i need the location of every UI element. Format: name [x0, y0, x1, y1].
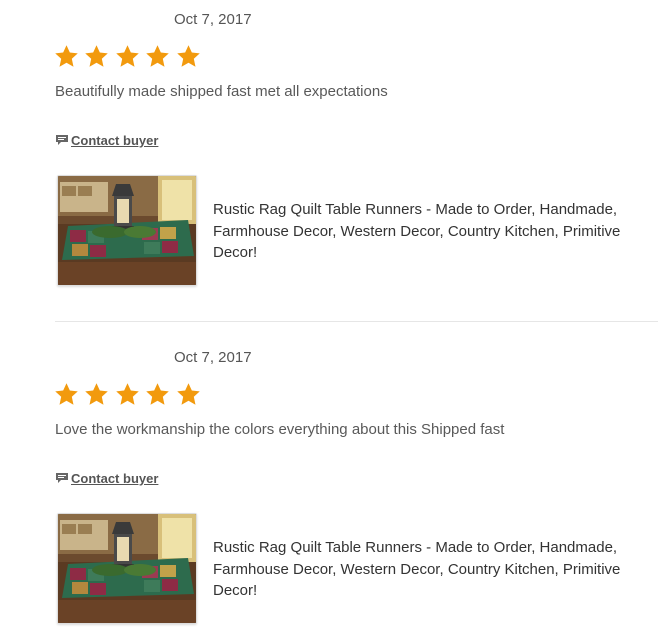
listing-title[interactable]: Rustic Rag Quilt Table Runners - Made to… [213, 537, 633, 624]
star-icon [176, 45, 200, 67]
star-rating [54, 44, 206, 69]
star-icon [85, 383, 109, 405]
star-icon [146, 45, 169, 67]
star-icon [116, 45, 139, 67]
listing-card[interactable]: Rustic Rag Quilt Table Runners - Made to… [57, 175, 633, 286]
contact-buyer-label: Contact buyer [71, 133, 159, 148]
review-text: Love the workmanship the colors everythi… [55, 421, 505, 438]
listing-thumbnail[interactable] [57, 513, 197, 624]
star-icon [176, 383, 200, 405]
review-divider [55, 321, 658, 322]
star-icon [55, 45, 78, 67]
listing-card[interactable]: Rustic Rag Quilt Table Runners - Made to… [57, 513, 633, 624]
speech-bubble-icon [56, 473, 68, 483]
contact-buyer-link[interactable]: Contact buyer [55, 471, 158, 486]
star-rating [54, 382, 206, 407]
review-text: Beautifully made shipped fast met all ex… [55, 83, 388, 100]
review-date: Oct 7, 2017 [174, 11, 252, 28]
listing-title[interactable]: Rustic Rag Quilt Table Runners - Made to… [213, 199, 633, 286]
contact-buyer-label: Contact buyer [71, 471, 159, 486]
listing-thumbnail[interactable] [57, 175, 197, 286]
review-item: Oct 7, 2017 Beautifully made shipped fas… [0, 0, 658, 300]
star-icon [146, 383, 169, 405]
contact-buyer-link[interactable]: Contact buyer [55, 133, 158, 148]
review-item: Oct 7, 2017 Love the workmanship the col… [0, 338, 658, 638]
star-icon [116, 383, 139, 405]
speech-bubble-icon [56, 135, 68, 145]
star-icon [55, 383, 78, 405]
star-icon [85, 45, 109, 67]
review-date: Oct 7, 2017 [174, 349, 252, 366]
